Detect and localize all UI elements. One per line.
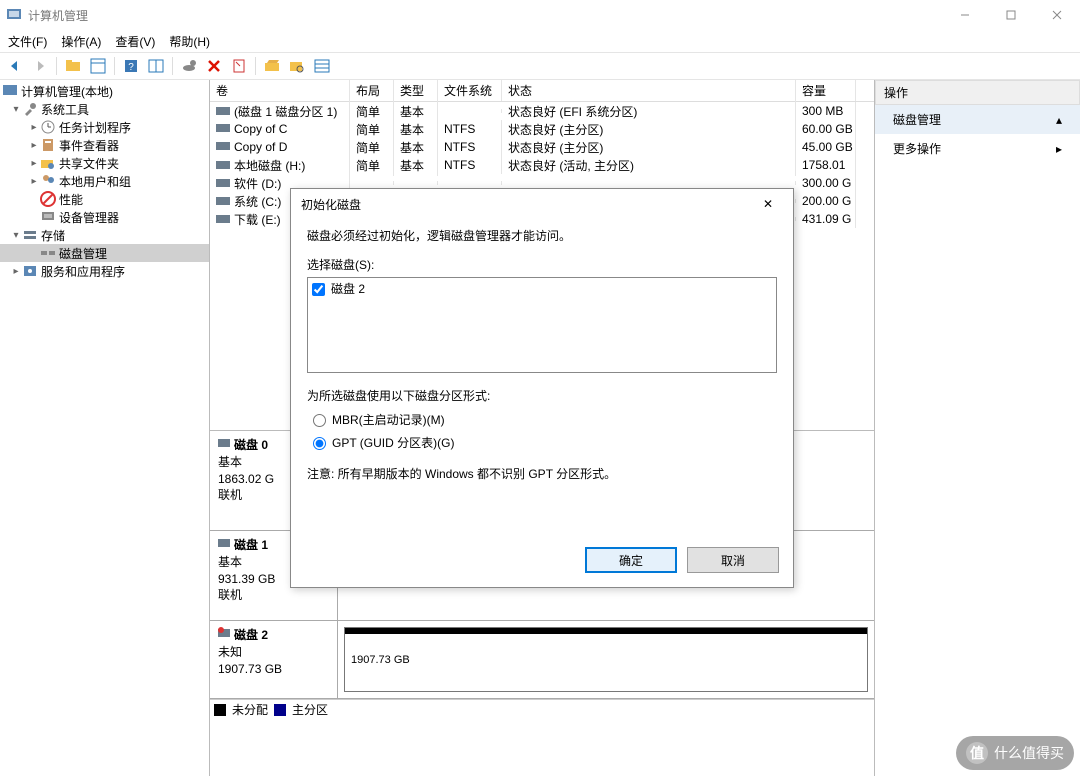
actions-pane: 操作 磁盘管理 ▴ 更多操作 ▸ — [875, 80, 1080, 776]
col-type[interactable]: 类型 — [394, 80, 438, 101]
col-capacity[interactable]: 容量 — [796, 80, 856, 101]
users-icon — [40, 173, 56, 189]
find-folder-icon[interactable] — [286, 55, 308, 77]
tree-devmgr[interactable]: 设备管理器 — [59, 209, 119, 226]
tools-icon — [22, 101, 38, 117]
gpt-radio[interactable] — [313, 437, 326, 450]
title-bar: 计算机管理 — [0, 0, 1080, 30]
perf-icon — [40, 191, 56, 207]
dialog-select-label: 选择磁盘(S): — [307, 256, 777, 275]
list-button[interactable] — [145, 55, 167, 77]
gpt-radio-row[interactable]: GPT (GUID 分区表)(G) — [313, 434, 777, 453]
storage-icon — [22, 227, 38, 243]
volume-list-header: 卷 布局 类型 文件系统 状态 容量 — [210, 80, 874, 102]
back-button[interactable] — [4, 55, 26, 77]
open-folder-icon[interactable] — [261, 55, 283, 77]
disk-icon — [218, 537, 230, 549]
navigation-tree[interactable]: 计算机管理(本地) ▾系统工具 ▸任务计划程序 ▸事件查看器 ▸共享文件夹 ▸本… — [0, 80, 210, 776]
legend-unalloc: 未分配 — [232, 701, 268, 718]
legend-primary-swatch — [274, 704, 286, 716]
tree-eventvwr[interactable]: 事件查看器 — [59, 137, 119, 154]
properties-button[interactable] — [228, 55, 250, 77]
tree-localusers[interactable]: 本地用户和组 — [59, 173, 131, 190]
details-button[interactable] — [311, 55, 333, 77]
close-button[interactable] — [1034, 0, 1080, 30]
initialize-disk-dialog: 初始化磁盘 ✕ 磁盘必须经过初始化，逻辑磁盘管理器才能访问。 选择磁盘(S): … — [290, 188, 794, 588]
menu-file[interactable]: 文件(F) — [8, 33, 47, 50]
dialog-title: 初始化磁盘 — [301, 196, 361, 213]
delete-x-icon[interactable] — [203, 55, 225, 77]
actions-diskmgmt[interactable]: 磁盘管理 ▴ — [875, 105, 1080, 134]
mbr-radio[interactable] — [313, 414, 326, 427]
event-icon — [40, 137, 56, 153]
disk-row[interactable]: 磁盘 2 未知 1907.73 GB 1907.73 GB — [210, 621, 874, 699]
volume-row[interactable]: Copy of C简单基本NTFS状态良好 (主分区)60.00 GB — [210, 120, 874, 138]
shared-folder-icon — [40, 155, 56, 171]
tree-tasksched[interactable]: 任务计划程序 — [59, 119, 131, 136]
tree-systools[interactable]: 系统工具 — [41, 101, 89, 118]
help-button[interactable]: ? — [120, 55, 142, 77]
actions-header: 操作 — [875, 80, 1080, 105]
legend-unalloc-swatch — [214, 704, 226, 716]
col-status[interactable]: 状态 — [502, 80, 796, 101]
actions-more[interactable]: 更多操作 ▸ — [875, 134, 1080, 163]
view-button[interactable] — [87, 55, 109, 77]
minimize-button[interactable] — [942, 0, 988, 30]
clock-icon — [40, 119, 56, 135]
col-layout[interactable]: 布局 — [350, 80, 394, 101]
device-icon — [40, 209, 56, 225]
volume-row[interactable]: 本地磁盘 (H:)简单基本NTFS状态良好 (活动, 主分区)1758.01 — [210, 156, 874, 174]
menu-bar: 文件(F) 操作(A) 查看(V) 帮助(H) — [0, 30, 1080, 52]
watermark-badge-icon: 值 — [966, 742, 988, 764]
watermark: 值 什么值得买 — [956, 736, 1074, 770]
tree-storage[interactable]: 存储 — [41, 227, 65, 244]
diskmgmt-icon — [40, 245, 56, 261]
ok-button[interactable]: 确定 — [585, 547, 677, 573]
tree-services[interactable]: 服务和应用程序 — [41, 263, 125, 280]
dialog-disk-list[interactable]: 磁盘 2 — [307, 277, 777, 373]
computer-icon — [2, 83, 18, 99]
dialog-close-button[interactable]: ✕ — [753, 197, 783, 211]
chevron-right-icon: ▸ — [1056, 142, 1062, 156]
dialog-note: 注意: 所有早期版本的 Windows 都不识别 GPT 分区形式。 — [307, 465, 777, 484]
mbr-radio-row[interactable]: MBR(主启动记录)(M) — [313, 411, 777, 430]
disk-checkbox[interactable] — [312, 283, 325, 296]
tree-perf[interactable]: 性能 — [59, 191, 83, 208]
cancel-button[interactable]: 取消 — [687, 547, 779, 573]
tree-shared[interactable]: 共享文件夹 — [59, 155, 119, 172]
legend-primary: 主分区 — [292, 701, 328, 718]
tree-diskmgmt[interactable]: 磁盘管理 — [59, 245, 107, 262]
collapse-arrow-icon: ▴ — [1056, 113, 1062, 127]
partition-unallocated[interactable]: 1907.73 GB — [344, 627, 868, 692]
volume-row[interactable]: Copy of D简单基本NTFS状态良好 (主分区)45.00 GB — [210, 138, 874, 156]
dialog-style-label: 为所选磁盘使用以下磁盘分区形式: — [307, 387, 777, 406]
svg-text:?: ? — [128, 62, 134, 73]
col-volume[interactable]: 卷 — [210, 80, 350, 101]
dialog-disk-item[interactable]: 磁盘 2 — [308, 278, 776, 301]
menu-action[interactable]: 操作(A) — [61, 33, 101, 50]
tree-root[interactable]: 计算机管理(本地) — [21, 83, 113, 100]
disk-warning-icon — [218, 627, 230, 639]
menu-help[interactable]: 帮助(H) — [169, 33, 210, 50]
dialog-desc: 磁盘必须经过初始化，逻辑磁盘管理器才能访问。 — [307, 227, 777, 246]
disk-icon — [218, 437, 230, 449]
folder-icon[interactable] — [62, 55, 84, 77]
app-icon — [6, 7, 22, 23]
disk-settings-icon[interactable] — [178, 55, 200, 77]
disk-header: 磁盘 2 未知 1907.73 GB — [210, 621, 338, 698]
volume-row[interactable]: (磁盘 1 磁盘分区 1)简单基本状态良好 (EFI 系统分区)300 MB — [210, 102, 874, 120]
services-icon — [22, 263, 38, 279]
menu-view[interactable]: 查看(V) — [115, 33, 155, 50]
legend: 未分配 主分区 — [210, 699, 874, 719]
window-title: 计算机管理 — [28, 7, 942, 24]
toolbar: ? — [0, 52, 1080, 80]
maximize-button[interactable] — [988, 0, 1034, 30]
col-fs[interactable]: 文件系统 — [438, 80, 502, 101]
forward-button[interactable] — [29, 55, 51, 77]
